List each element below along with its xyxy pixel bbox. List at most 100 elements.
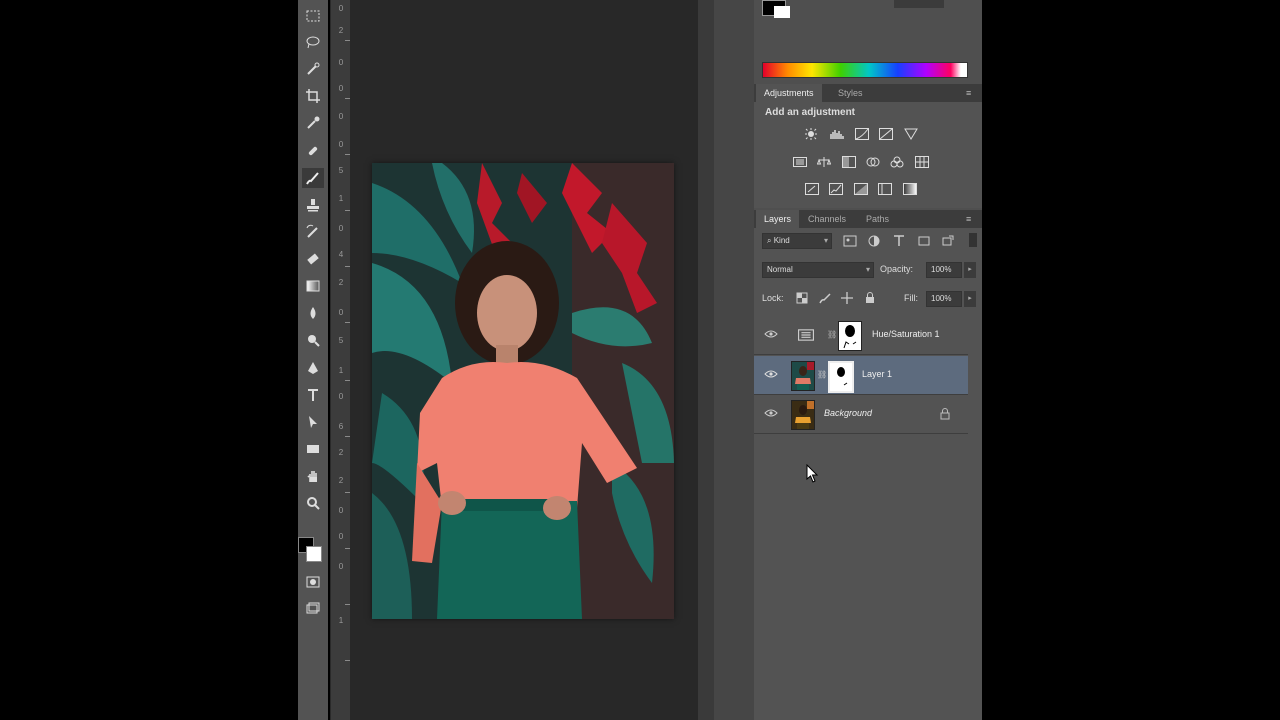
layer-row-layer-1[interactable]: ⛓ Layer 1 xyxy=(754,356,968,395)
brightness-contrast-icon[interactable] xyxy=(803,127,819,141)
tab-channels[interactable]: Channels xyxy=(800,210,854,228)
ruler-tick-label: 0 xyxy=(338,140,344,149)
ruler-tick-label: 4 xyxy=(338,250,344,259)
chain-link-icon[interactable]: ⛓ xyxy=(817,370,827,379)
type-tool-icon[interactable] xyxy=(302,385,324,405)
vertical-ruler: 0 2 0 0 0 0 5 1 0 4 2 0 5 1 0 6 2 2 0 0 … xyxy=(330,0,351,720)
filter-adjustment-icon[interactable] xyxy=(866,234,882,248)
opacity-field[interactable]: 100% xyxy=(926,262,962,278)
black-white-icon[interactable] xyxy=(841,155,857,169)
filter-type-icon[interactable] xyxy=(891,234,907,248)
marquee-tool-icon[interactable] xyxy=(302,6,324,26)
curves-icon[interactable] xyxy=(854,127,870,141)
opacity-label: Opacity: xyxy=(880,264,914,274)
layer-name[interactable]: Background xyxy=(824,408,872,418)
levels-icon[interactable] xyxy=(829,127,845,141)
ruler-tick-label: 0 xyxy=(338,532,344,541)
mouse-cursor-icon xyxy=(806,463,820,484)
ruler-tick-label: 1 xyxy=(338,194,344,203)
exposure-icon[interactable] xyxy=(878,127,894,141)
layer-mask-thumbnail[interactable] xyxy=(838,321,862,351)
healing-brush-tool-icon[interactable] xyxy=(302,141,324,161)
layer-name[interactable]: Hue/Saturation 1 xyxy=(872,329,940,339)
chevron-down-icon: ▾ xyxy=(865,265,870,274)
color-value-field[interactable] xyxy=(894,0,944,8)
dodge-tool-icon[interactable] xyxy=(302,330,324,350)
hue-saturation-icon[interactable] xyxy=(792,155,808,169)
zoom-tool-icon[interactable] xyxy=(302,493,324,513)
background-color-swatch[interactable] xyxy=(306,546,322,562)
layers-tabbar: Layers Channels Paths ≡ xyxy=(754,210,982,228)
brush-tool-icon[interactable] xyxy=(302,168,324,188)
rectangle-tool-icon[interactable] xyxy=(302,439,324,459)
layer-mask-thumbnail[interactable] xyxy=(828,361,854,393)
fill-field[interactable]: 100% xyxy=(926,291,962,307)
gradient-tool-icon[interactable] xyxy=(302,276,324,296)
lock-transparent-pixels-icon[interactable] xyxy=(794,291,810,305)
lock-all-icon[interactable] xyxy=(862,291,878,305)
ruler-tick-label: 0 xyxy=(338,224,344,233)
eyedropper-tool-icon[interactable] xyxy=(302,113,324,133)
chain-link-icon[interactable]: ⛓ xyxy=(827,330,837,339)
layer-thumbnail[interactable] xyxy=(791,400,815,430)
eraser-tool-icon[interactable] xyxy=(302,249,324,269)
swap-colors-icon[interactable] xyxy=(298,520,328,532)
quick-selection-tool-icon[interactable] xyxy=(302,59,324,79)
filter-toggle-switch[interactable] xyxy=(969,233,977,247)
document-image[interactable] xyxy=(372,163,674,619)
blur-tool-icon[interactable] xyxy=(302,303,324,323)
crop-tool-icon[interactable] xyxy=(302,86,324,106)
selective-color-icon[interactable] xyxy=(877,182,893,196)
visibility-eye-icon[interactable] xyxy=(764,369,778,379)
gradient-map-icon[interactable] xyxy=(902,182,918,196)
tab-styles[interactable]: Styles xyxy=(830,84,871,102)
filter-smart-object-icon[interactable] xyxy=(940,234,956,248)
color-panel-background-swatch[interactable] xyxy=(774,6,790,18)
layer-filter-kind-select[interactable]: ⌕ Kind ▾ xyxy=(762,233,832,249)
color-spectrum-ramp[interactable] xyxy=(762,62,968,78)
hand-tool-icon[interactable] xyxy=(302,466,324,486)
layer-thumbnail[interactable] xyxy=(791,361,815,391)
blend-mode-select[interactable]: Normal ▾ xyxy=(762,262,874,278)
history-brush-tool-icon[interactable] xyxy=(302,222,324,242)
canvas-scrollbar[interactable] xyxy=(698,0,714,720)
fill-slider-arrow-icon[interactable]: ▸ xyxy=(964,291,976,307)
layers-panel-menu-icon[interactable]: ≡ xyxy=(966,214,971,224)
path-selection-tool-icon[interactable] xyxy=(302,412,324,432)
threshold-icon[interactable] xyxy=(853,182,869,196)
lock-position-icon[interactable] xyxy=(839,291,855,305)
tab-layers[interactable]: Layers xyxy=(756,210,800,228)
panel-menu-icon[interactable]: ≡ xyxy=(966,88,971,98)
screen-mode-icon[interactable] xyxy=(302,598,324,618)
ruler-tick-label: 2 xyxy=(338,448,344,457)
pen-tool-icon[interactable] xyxy=(302,358,324,378)
filter-shape-icon[interactable] xyxy=(916,234,932,248)
clone-stamp-tool-icon[interactable] xyxy=(302,195,324,215)
layer-lock-icon xyxy=(940,407,950,420)
lock-image-pixels-icon[interactable] xyxy=(817,291,833,305)
filter-pixel-icon[interactable] xyxy=(842,234,858,248)
ruler-tick-label: 6 xyxy=(338,422,344,431)
channel-mixer-icon[interactable] xyxy=(889,155,905,169)
visibility-eye-icon[interactable] xyxy=(764,329,778,339)
ruler-tick-label: 5 xyxy=(338,336,344,345)
tab-adjustments[interactable]: Adjustments xyxy=(756,84,822,102)
quick-mask-icon[interactable] xyxy=(302,572,324,592)
opacity-slider-arrow-icon[interactable]: ▸ xyxy=(964,262,976,278)
posterize-icon[interactable] xyxy=(828,182,844,196)
tools-panel xyxy=(298,0,328,720)
color-lookup-icon[interactable] xyxy=(914,155,930,169)
layer-row-background[interactable]: Background xyxy=(754,395,968,434)
photo-filter-icon[interactable] xyxy=(865,155,881,169)
layer-name[interactable]: Layer 1 xyxy=(862,369,892,379)
tab-paths[interactable]: Paths xyxy=(858,210,897,228)
vibrance-icon[interactable] xyxy=(903,127,919,141)
ruler-tick-label: 2 xyxy=(338,26,344,35)
lasso-tool-icon[interactable] xyxy=(302,32,324,52)
adjustments-tabbar: Adjustments Styles ≡ xyxy=(754,84,982,102)
invert-icon[interactable] xyxy=(804,182,820,196)
layer-row-hue-saturation[interactable]: ⛓ Hue/Saturation 1 xyxy=(754,316,968,355)
ruler-tick-label: 0 xyxy=(338,506,344,515)
visibility-eye-icon[interactable] xyxy=(764,408,778,418)
color-balance-icon[interactable] xyxy=(816,155,832,169)
